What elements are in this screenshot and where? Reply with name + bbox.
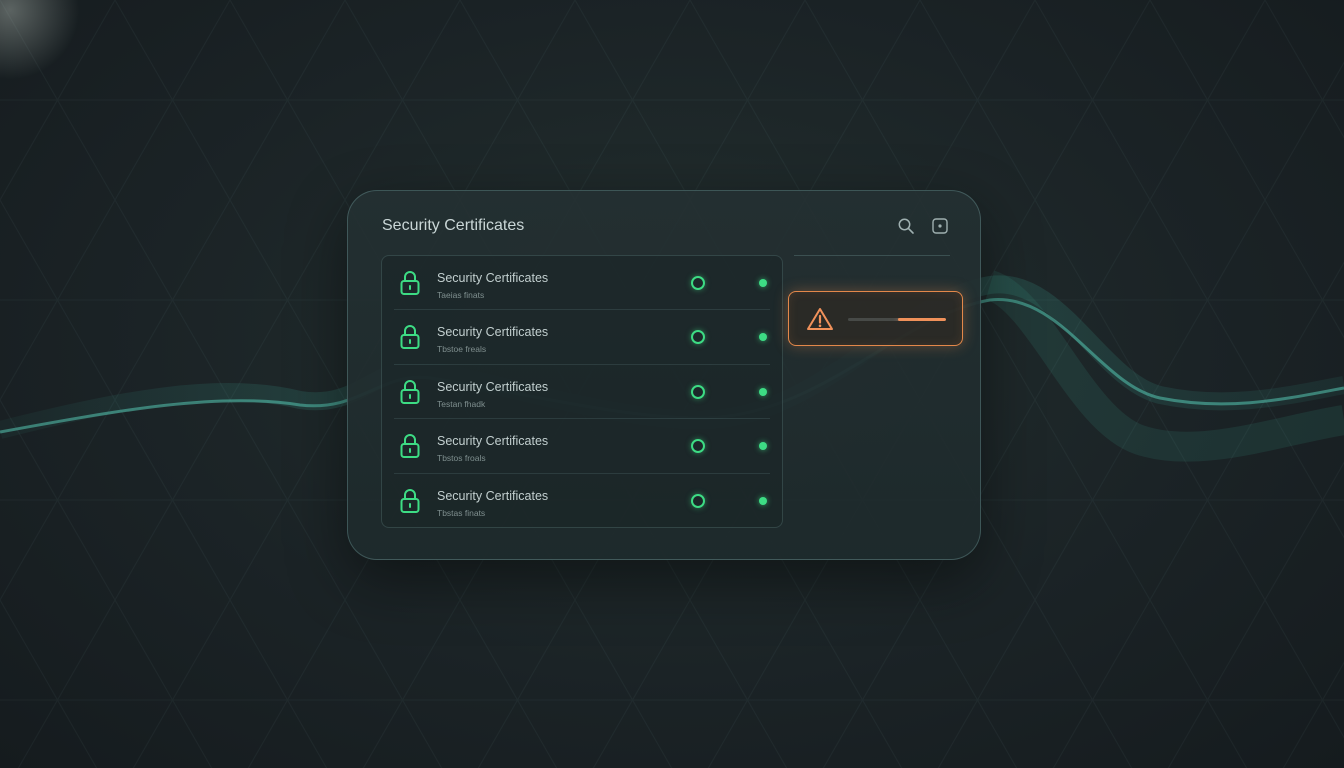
certificate-subtitle: Testan fhadk xyxy=(437,398,486,409)
alert-progress-fill xyxy=(897,318,946,321)
certificate-subtitle: Tbstas finats xyxy=(437,507,486,518)
certificate-title: Security Certificates xyxy=(437,434,549,449)
corner-light xyxy=(0,0,80,80)
certificate-title: Security Certificates xyxy=(437,271,549,285)
lock-icon xyxy=(400,379,420,404)
status-dot-indicator xyxy=(759,442,767,451)
certificate-row[interactable]: Security Certificates Tbstoe freals xyxy=(394,310,770,365)
certificate-title: Security Certificates xyxy=(437,379,549,394)
status-ring-indicator[interactable] xyxy=(691,439,705,454)
status-ring-indicator[interactable] xyxy=(691,276,705,290)
status-ring-indicator[interactable] xyxy=(691,384,705,399)
panel-title: Security Certificates xyxy=(382,217,525,234)
certificate-row[interactable]: Security Certificates Tbstos froals xyxy=(394,419,770,474)
status-dot-indicator xyxy=(759,496,767,505)
certificate-title: Security Certificates xyxy=(437,488,549,503)
certificate-row[interactable]: Security Certificates Testan fhadk xyxy=(394,365,770,420)
certificate-row[interactable]: Security Certificates Tbstas finats xyxy=(394,474,770,528)
expand-icon[interactable] xyxy=(929,215,951,237)
certificate-subtitle: Taeias finats xyxy=(437,290,485,300)
warning-alert-card[interactable] xyxy=(788,291,963,346)
lock-icon xyxy=(400,488,420,513)
side-divider xyxy=(794,255,950,256)
status-ring-indicator[interactable] xyxy=(691,493,705,508)
certificate-title: Security Certificates xyxy=(437,325,549,340)
certificate-row[interactable]: Security Certificates Taeias finats xyxy=(394,256,770,311)
status-ring-indicator[interactable] xyxy=(691,330,705,345)
certificates-panel: Security Certificates Security Certifica… xyxy=(347,190,981,560)
status-dot-indicator xyxy=(759,333,767,342)
status-dot-indicator xyxy=(759,279,767,287)
lock-icon xyxy=(400,271,420,295)
alert-progress-track xyxy=(848,318,946,321)
status-dot-indicator xyxy=(759,387,767,396)
certificate-list: Security Certificates Taeias finats Secu… xyxy=(381,255,783,528)
certificate-subtitle: Tbstoe freals xyxy=(437,344,487,355)
warning-icon xyxy=(807,308,833,330)
lock-icon xyxy=(400,325,420,350)
lock-icon xyxy=(400,434,420,459)
certificate-subtitle: Tbstos froals xyxy=(437,453,486,464)
search-icon[interactable] xyxy=(895,215,917,237)
